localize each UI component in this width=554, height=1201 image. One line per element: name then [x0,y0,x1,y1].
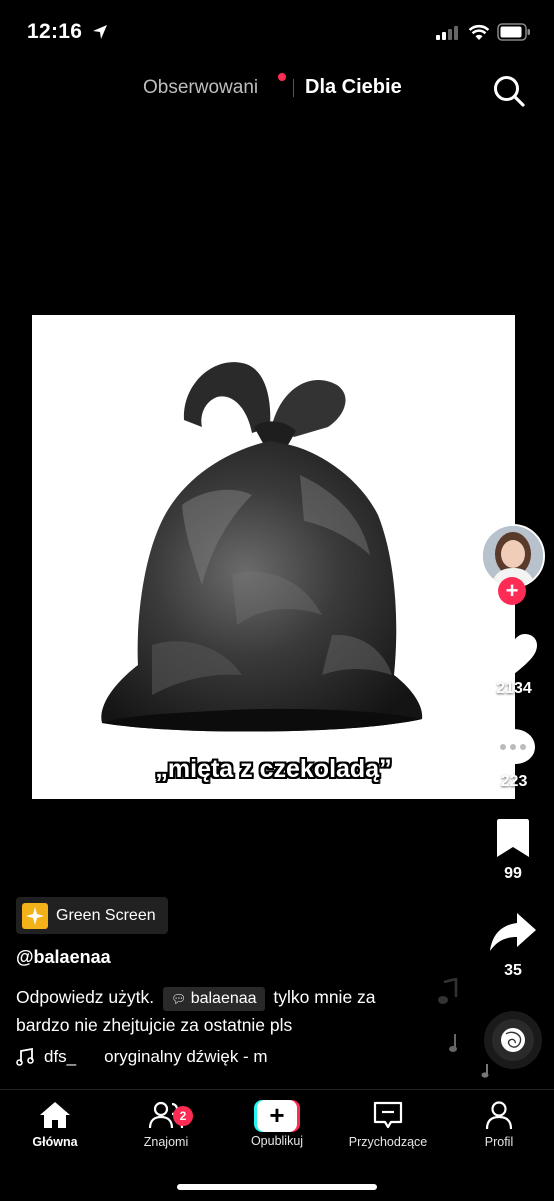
video-caption: „mięta z czekoladą” [155,755,392,783]
profile-icon [485,1101,513,1130]
video-description: Odpowiedz użytk. 💬︎ balaenaa tylko mnie … [16,983,426,1039]
comment-count: 223 [500,773,528,790]
music-ticker[interactable]: dfs_ oryginalny dźwięk - m [16,1047,296,1067]
nav-profile[interactable]: Profil [449,1100,549,1149]
video-frame[interactable]: „mięta z czekoladą” [32,315,515,799]
nav-inbox-label: Przychodzące [348,1135,428,1149]
battery-icon [497,23,530,41]
bookmark-icon[interactable] [496,818,530,858]
location-arrow-icon [93,25,107,39]
trash-bag-image [101,362,423,732]
nav-home[interactable]: Główna [5,1100,105,1149]
music-disc[interactable] [484,1011,542,1069]
home-icon [40,1102,70,1128]
disc-cover-image [501,1028,525,1052]
like-count: 2134 [496,680,532,697]
share-arrow-icon[interactable] [489,912,537,952]
floating-note-icon [481,1064,489,1078]
tab-following[interactable]: Obserwowani [143,77,258,99]
nav-friends[interactable]: 2 Znajomi [116,1100,216,1149]
friends-badge: 2 [173,1106,193,1126]
reply-mention-chip[interactable]: 💬︎ balaenaa [163,987,265,1011]
music-author: dfs_ [44,1047,77,1066]
cellular-signal-icon [436,26,458,40]
inbox-icon [373,1101,403,1129]
creator-username[interactable]: @balaenaa [16,947,111,968]
nav-profile-label: Profil [484,1135,514,1149]
floating-note-icon [449,1034,457,1052]
status-time: 12:16 [27,20,83,43]
effect-label: Green Screen [56,906,156,924]
desc-prefix: Odpowiedz użytk. [16,987,155,1007]
follow-plus-button[interactable]: + [498,577,526,605]
tab-for-you[interactable]: Dla Ciebie [305,76,402,99]
comment-icon[interactable] [489,727,537,771]
plus-icon: + [257,1100,297,1132]
nav-publish[interactable]: + Opublikuj [227,1100,327,1148]
nav-home-label: Główna [32,1135,78,1149]
comment-bubble-icon: 💬︎ [171,992,187,1006]
nav-friends-label: Znajomi [143,1135,189,1149]
new-content-dot [278,73,286,81]
create-plus-button[interactable]: + [254,1100,300,1132]
share-count: 35 [504,962,522,979]
mention-username: balaenaa [190,990,257,1007]
floating-note-icon [438,978,458,1004]
heart-icon[interactable] [490,633,538,675]
nav-publish-label: Opublikuj [250,1134,304,1148]
save-count: 99 [504,865,522,882]
nav-inbox[interactable]: Przychodzące [338,1100,438,1149]
effect-tag[interactable]: Green Screen [16,897,168,934]
tab-divider [293,79,294,97]
home-indicator[interactable] [177,1184,377,1190]
wifi-icon [468,24,490,40]
music-title: oryginalny dźwięk - m [104,1047,268,1066]
effect-sparkle-icon [22,902,48,929]
music-note-icon [16,1048,34,1066]
search-icon[interactable] [492,74,526,108]
